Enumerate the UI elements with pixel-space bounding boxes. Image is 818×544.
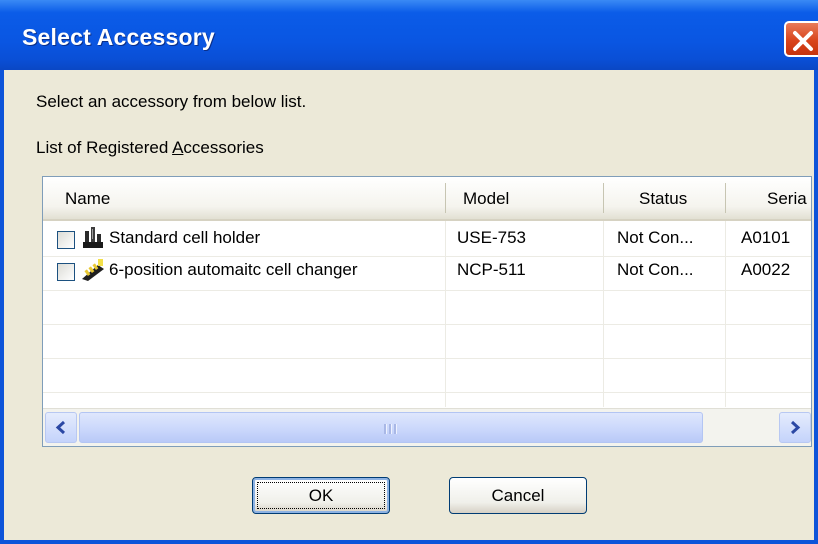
grid-line bbox=[43, 256, 811, 257]
row-name: 6-position automaitc cell changer bbox=[109, 260, 358, 279]
chevron-left-icon bbox=[55, 420, 66, 435]
column-header-status[interactable]: Status bbox=[639, 177, 687, 219]
grid-line bbox=[43, 324, 811, 325]
scroll-right-button[interactable] bbox=[779, 412, 811, 443]
row-status: Not Con... bbox=[617, 228, 694, 247]
column-separator[interactable] bbox=[725, 183, 726, 213]
scroll-thumb[interactable] bbox=[79, 412, 703, 443]
row-name: Standard cell holder bbox=[109, 228, 261, 247]
dialog-title: Select Accessory bbox=[22, 24, 215, 50]
chevron-right-icon bbox=[790, 420, 801, 435]
grip-line bbox=[384, 424, 387, 434]
row-model: USE-753 bbox=[457, 228, 526, 247]
cancel-button[interactable]: Cancel bbox=[449, 477, 587, 514]
horizontal-scrollbar[interactable] bbox=[43, 408, 811, 446]
select-accessory-dialog: Select Accessory Select an accessory fro… bbox=[0, 0, 818, 544]
grip-line bbox=[394, 424, 397, 434]
list-header: Name Model Status Seria bbox=[43, 177, 811, 221]
ok-button[interactable]: OK bbox=[252, 477, 390, 514]
accessories-list[interactable]: Name Model Status Seria Standard cell ho… bbox=[42, 176, 812, 447]
grip-line bbox=[389, 424, 392, 434]
row-model: NCP-511 bbox=[457, 260, 526, 279]
cell-changer-icon bbox=[82, 259, 104, 281]
title-bar: Select Accessory bbox=[0, 0, 818, 70]
grid-line bbox=[445, 221, 446, 407]
grid-line bbox=[43, 358, 811, 359]
row-serial: A0101 bbox=[741, 228, 791, 247]
row-checkbox[interactable] bbox=[57, 263, 75, 281]
column-separator[interactable] bbox=[603, 183, 604, 213]
grid-line bbox=[43, 392, 811, 393]
grid-line bbox=[43, 290, 811, 291]
column-header-serial[interactable]: Seria bbox=[767, 177, 807, 219]
scroll-left-button[interactable] bbox=[45, 412, 77, 443]
list-label: List of Registered Accessories bbox=[36, 138, 264, 157]
instruction-text: Select an accessory from below list. bbox=[36, 92, 307, 111]
close-icon bbox=[793, 31, 813, 51]
grid-line bbox=[725, 221, 726, 407]
column-header-model[interactable]: Model bbox=[463, 177, 509, 219]
row-status: Not Con... bbox=[617, 260, 694, 279]
row-checkbox[interactable] bbox=[57, 231, 75, 249]
grid-line bbox=[603, 221, 604, 407]
column-separator[interactable] bbox=[445, 183, 446, 213]
close-button[interactable] bbox=[784, 21, 818, 57]
row-serial: A0022 bbox=[741, 260, 791, 279]
cell-holder-icon bbox=[83, 227, 103, 248]
column-header-name[interactable]: Name bbox=[65, 177, 110, 219]
